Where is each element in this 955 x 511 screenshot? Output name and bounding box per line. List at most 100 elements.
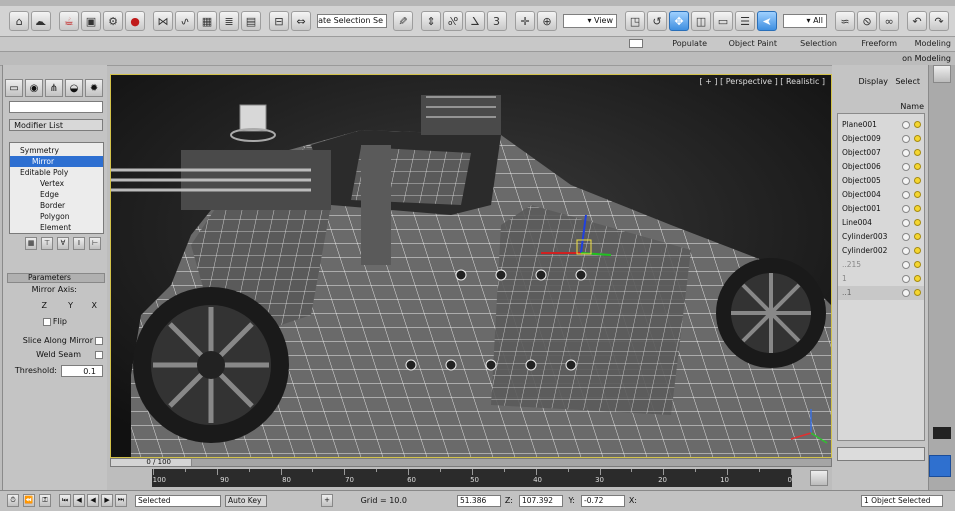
light-bulb-icon[interactable]: [914, 205, 921, 212]
object-name-field[interactable]: [9, 101, 103, 113]
tab-selection[interactable]: Selection: [800, 39, 837, 48]
light-bulb-icon[interactable]: [914, 135, 921, 142]
tab-object-paint[interactable]: Object Paint: [729, 39, 777, 48]
stack-item-edge[interactable]: Edge: [10, 189, 103, 200]
previous-frame-icon[interactable]: ◀: [101, 494, 113, 507]
visibility-eye-icon[interactable]: [902, 275, 910, 283]
key-mode-icon[interactable]: ⏩: [23, 494, 35, 507]
auto-key-button[interactable]: Auto Key: [225, 495, 267, 507]
mirror-icon[interactable]: ⇔: [291, 11, 311, 31]
time-slider-thumb[interactable]: 0 / 100: [111, 458, 192, 466]
viewport-layout-icon[interactable]: [929, 455, 951, 477]
show-end-result-icon[interactable]: Ⅰ: [73, 237, 85, 250]
light-bulb-icon[interactable]: [914, 233, 921, 240]
render-production-icon[interactable]: ☕: [59, 11, 79, 31]
curve-editor-icon[interactable]: ∿: [175, 11, 195, 31]
angle-snap-icon[interactable]: ∠: [465, 11, 485, 31]
list-item[interactable]: Line004: [838, 216, 924, 230]
time-configuration-icon[interactable]: ⏱: [7, 494, 19, 507]
select-and-move-icon[interactable]: ✥: [669, 11, 689, 31]
visibility-eye-icon[interactable]: [902, 149, 910, 157]
tab-modeling[interactable]: Modeling: [915, 39, 951, 48]
list-item[interactable]: Object005: [838, 174, 924, 188]
stack-item-element[interactable]: Element: [10, 222, 103, 233]
list-item[interactable]: 1: [838, 272, 924, 286]
link-icon[interactable]: ∞: [879, 11, 899, 31]
visibility-eye-icon[interactable]: [902, 135, 910, 143]
tab-freeform[interactable]: Freeform: [861, 39, 897, 48]
select-object-icon[interactable]: ➤: [757, 11, 777, 31]
select-and-rotate-icon[interactable]: ↻: [647, 11, 667, 31]
scene-explorer-display-tab[interactable]: Display: [859, 77, 889, 86]
visibility-eye-icon[interactable]: [902, 205, 910, 213]
light-bulb-icon[interactable]: [914, 261, 921, 268]
scene-explorer-icon[interactable]: ▤: [241, 11, 261, 31]
visibility-eye-icon[interactable]: [902, 191, 910, 199]
light-bulb-icon[interactable]: [914, 177, 921, 184]
percent-snap-icon[interactable]: %: [443, 11, 463, 31]
visibility-eye-icon[interactable]: [902, 233, 910, 241]
visibility-eye-icon[interactable]: [902, 177, 910, 185]
goto-start-icon[interactable]: ⏮: [115, 494, 127, 507]
next-frame-icon[interactable]: ▶: [73, 494, 85, 507]
scene-explorer-footer[interactable]: [837, 447, 925, 461]
render-in-cloud-icon[interactable]: ☁: [31, 11, 51, 31]
visibility-eye-icon[interactable]: [902, 163, 910, 171]
make-unique-icon[interactable]: ∀: [57, 237, 69, 250]
layer-explorer-icon[interactable]: ≣: [219, 11, 239, 31]
named-selection-dropdown[interactable]: Create Selection Se ▾: [317, 14, 387, 28]
weld-seam-checkbox[interactable]: [95, 351, 103, 359]
flip-checkbox[interactable]: [43, 318, 51, 326]
select-manipulate-icon[interactable]: ✛: [515, 11, 535, 31]
select-and-scale-icon[interactable]: ◰: [625, 11, 645, 31]
goto-end-icon[interactable]: ⏭: [59, 494, 71, 507]
x-coord-field[interactable]: -0.72: [581, 495, 625, 507]
tab-populate[interactable]: Populate: [672, 39, 707, 48]
list-item[interactable]: Object009: [838, 132, 924, 146]
scene-explorer-select-tab[interactable]: Select: [895, 77, 920, 86]
toolbar-flyout-icon[interactable]: [933, 65, 951, 83]
play-icon[interactable]: ▶: [87, 494, 99, 507]
bind-spacewarp-icon[interactable]: ≈: [835, 11, 855, 31]
light-bulb-icon[interactable]: [914, 149, 921, 156]
threshold-spinner[interactable]: 0.1: [61, 365, 103, 377]
list-item[interactable]: Plane001: [838, 118, 924, 132]
stack-item-vertex[interactable]: Vertex: [10, 178, 103, 189]
panel-scroll-icon[interactable]: [933, 427, 951, 439]
remove-modifier-icon[interactable]: ⊤: [41, 237, 53, 250]
light-bulb-icon[interactable]: [914, 121, 921, 128]
axis-z-radio[interactable]: Z: [42, 301, 47, 310]
viewport-perspective[interactable]: [ + ] [ Perspective ] [ Realistic ]: [110, 74, 832, 458]
key-filter-icon[interactable]: [810, 470, 828, 486]
stack-item-mirror[interactable]: Mirror: [10, 156, 103, 167]
spinner-snap-icon[interactable]: ⇕: [421, 11, 441, 31]
list-item[interactable]: Object007: [838, 146, 924, 160]
window-crossing-icon[interactable]: ◫: [691, 11, 711, 31]
light-bulb-icon[interactable]: [914, 275, 921, 282]
ribbon-toggle-icon[interactable]: ▦: [197, 11, 217, 31]
list-item[interactable]: Object001: [838, 202, 924, 216]
light-bulb-icon[interactable]: [914, 219, 921, 226]
list-item[interactable]: Cylinder003: [838, 230, 924, 244]
add-time-tag-icon[interactable]: +: [321, 494, 333, 507]
motion-tab-icon[interactable]: ◉: [25, 79, 43, 97]
stack-item-polygon[interactable]: Polygon: [10, 211, 103, 222]
selection-set-dropdown[interactable]: Selected: [135, 495, 221, 507]
visibility-eye-icon[interactable]: [902, 289, 910, 297]
list-item[interactable]: Object004: [838, 188, 924, 202]
reference-coordinate-dropdown[interactable]: View ▾: [563, 14, 617, 28]
parameters-rollout[interactable]: Parameters: [7, 273, 105, 283]
configure-sets-icon[interactable]: ▦: [25, 237, 37, 250]
pivot-center-icon[interactable]: ⊕: [537, 11, 557, 31]
stack-item-symmetry[interactable]: Symmetry: [10, 145, 103, 156]
visibility-eye-icon[interactable]: [902, 261, 910, 269]
select-by-name-icon[interactable]: ☰: [735, 11, 755, 31]
set-key-icon[interactable]: ⚿: [39, 494, 51, 507]
material-editor-icon[interactable]: ●: [125, 11, 145, 31]
slice-along-mirror-checkbox[interactable]: [95, 337, 103, 345]
modifier-list-dropdown[interactable]: Modifier List: [9, 119, 103, 131]
name-column-header[interactable]: Name: [900, 102, 924, 111]
y-coord-field[interactable]: 107.392: [519, 495, 563, 507]
time-slider[interactable]: 0 / 100: [110, 458, 832, 467]
ribbon-collapse-icon[interactable]: [629, 39, 643, 48]
